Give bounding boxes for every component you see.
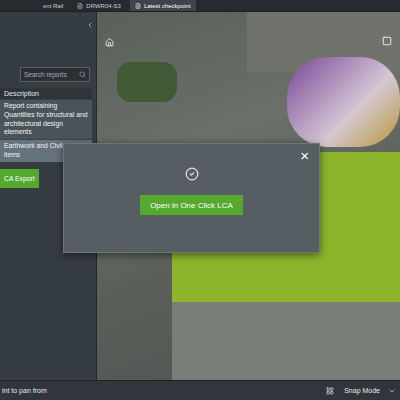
app-window: ent Rail DRWR04-S3 Latest checkpoint Search… <box>0 0 400 400</box>
close-button[interactable]: × <box>300 144 319 163</box>
tree-area <box>117 62 177 102</box>
snap-mode-selector[interactable]: Snap Mode <box>344 387 396 395</box>
dropdown-icon <box>388 387 396 395</box>
status-bar: int to pan from Snap Mode <box>0 380 400 400</box>
status-hint: int to pan from <box>2 387 47 394</box>
search-icon[interactable] <box>79 71 86 78</box>
search-field[interactable]: Search reports <box>20 67 90 82</box>
file-icon <box>135 3 141 9</box>
collapse-icon[interactable] <box>86 21 94 29</box>
breadcrumb-bar: ent Rail DRWR04-S3 Latest checkpoint <box>0 0 400 12</box>
table-row[interactable]: Report containing Quantities for structu… <box>0 99 92 139</box>
view-button[interactable] <box>382 36 392 46</box>
export-button[interactable]: CA Export <box>0 169 39 188</box>
breadcrumb-tab[interactable]: DRWR04-S3 <box>72 0 126 11</box>
road-area <box>172 302 400 380</box>
home-button[interactable] <box>105 38 114 47</box>
success-icon <box>185 167 199 181</box>
open-lca-button[interactable]: Open in One Click LCA <box>140 195 243 215</box>
structure-model <box>287 57 400 147</box>
cube-icon <box>382 36 392 46</box>
home-icon <box>105 38 114 47</box>
export-dialog: × Open in One Click LCA <box>63 143 320 253</box>
breadcrumb-tab[interactable]: Latest checkpoint <box>130 0 196 11</box>
breadcrumb-tab[interactable]: ent Rail <box>38 0 68 11</box>
column-header: Description <box>0 88 92 99</box>
file-icon <box>77 3 83 9</box>
grid-icon[interactable] <box>326 387 334 395</box>
